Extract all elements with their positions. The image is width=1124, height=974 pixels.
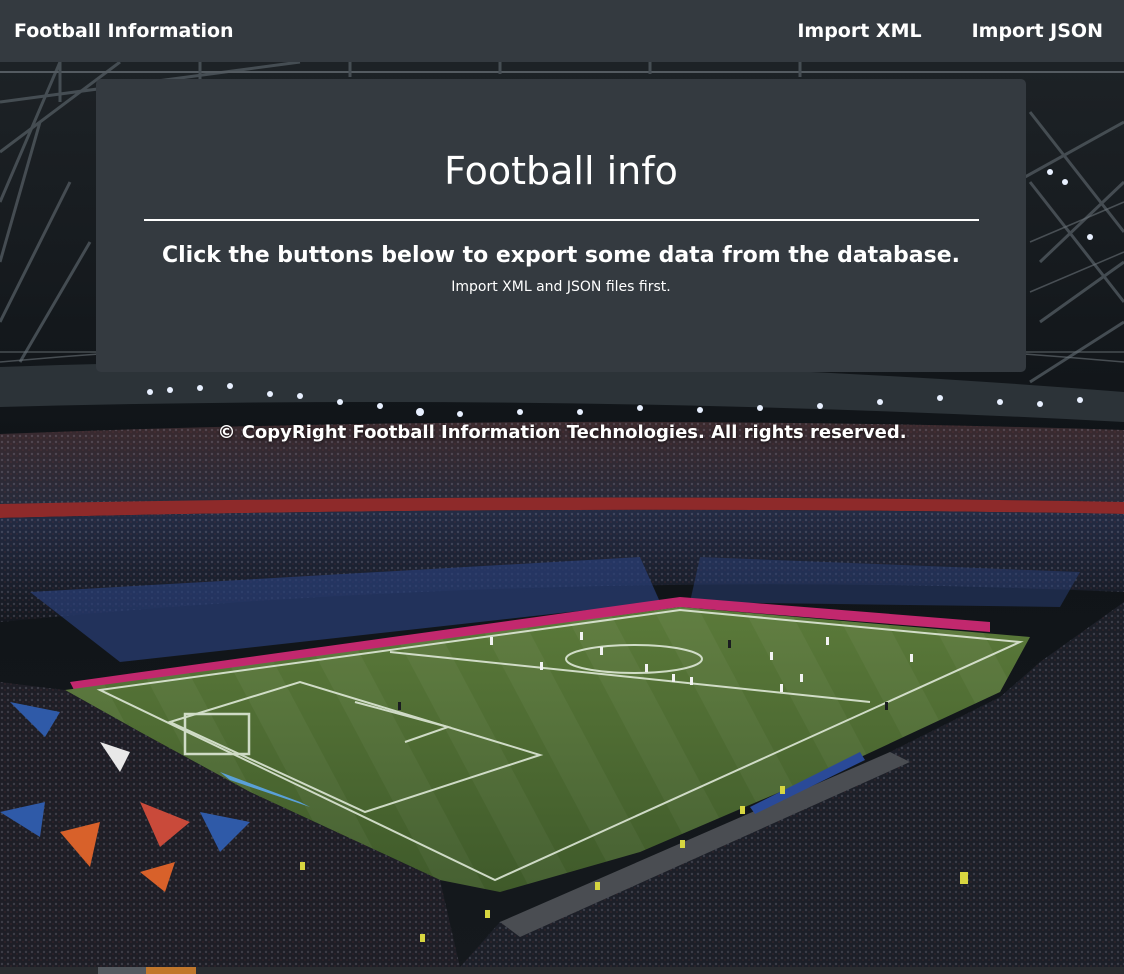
brand-link[interactable]: Football Information <box>14 20 234 42</box>
panel-lead-text: Click the buttons below to export some d… <box>161 243 960 268</box>
info-panel: Football info Click the buttons below to… <box>96 79 1026 372</box>
import-xml-link[interactable]: Import XML <box>797 20 921 42</box>
nav-links: Import XML Import JSON <box>797 20 1110 42</box>
bottom-strip <box>0 967 1124 974</box>
import-json-link[interactable]: Import JSON <box>972 20 1103 42</box>
bottom-strip-block-accent <box>146 967 196 974</box>
panel-note-text: Import XML and JSON files first. <box>451 279 671 295</box>
top-navbar: Football Information Import XML Import J… <box>0 0 1124 62</box>
panel-title: Football info <box>444 149 678 193</box>
copyright-text: © CopyRight Football Information Technol… <box>217 422 907 443</box>
bottom-strip-block <box>98 967 146 974</box>
panel-divider <box>143 219 979 221</box>
